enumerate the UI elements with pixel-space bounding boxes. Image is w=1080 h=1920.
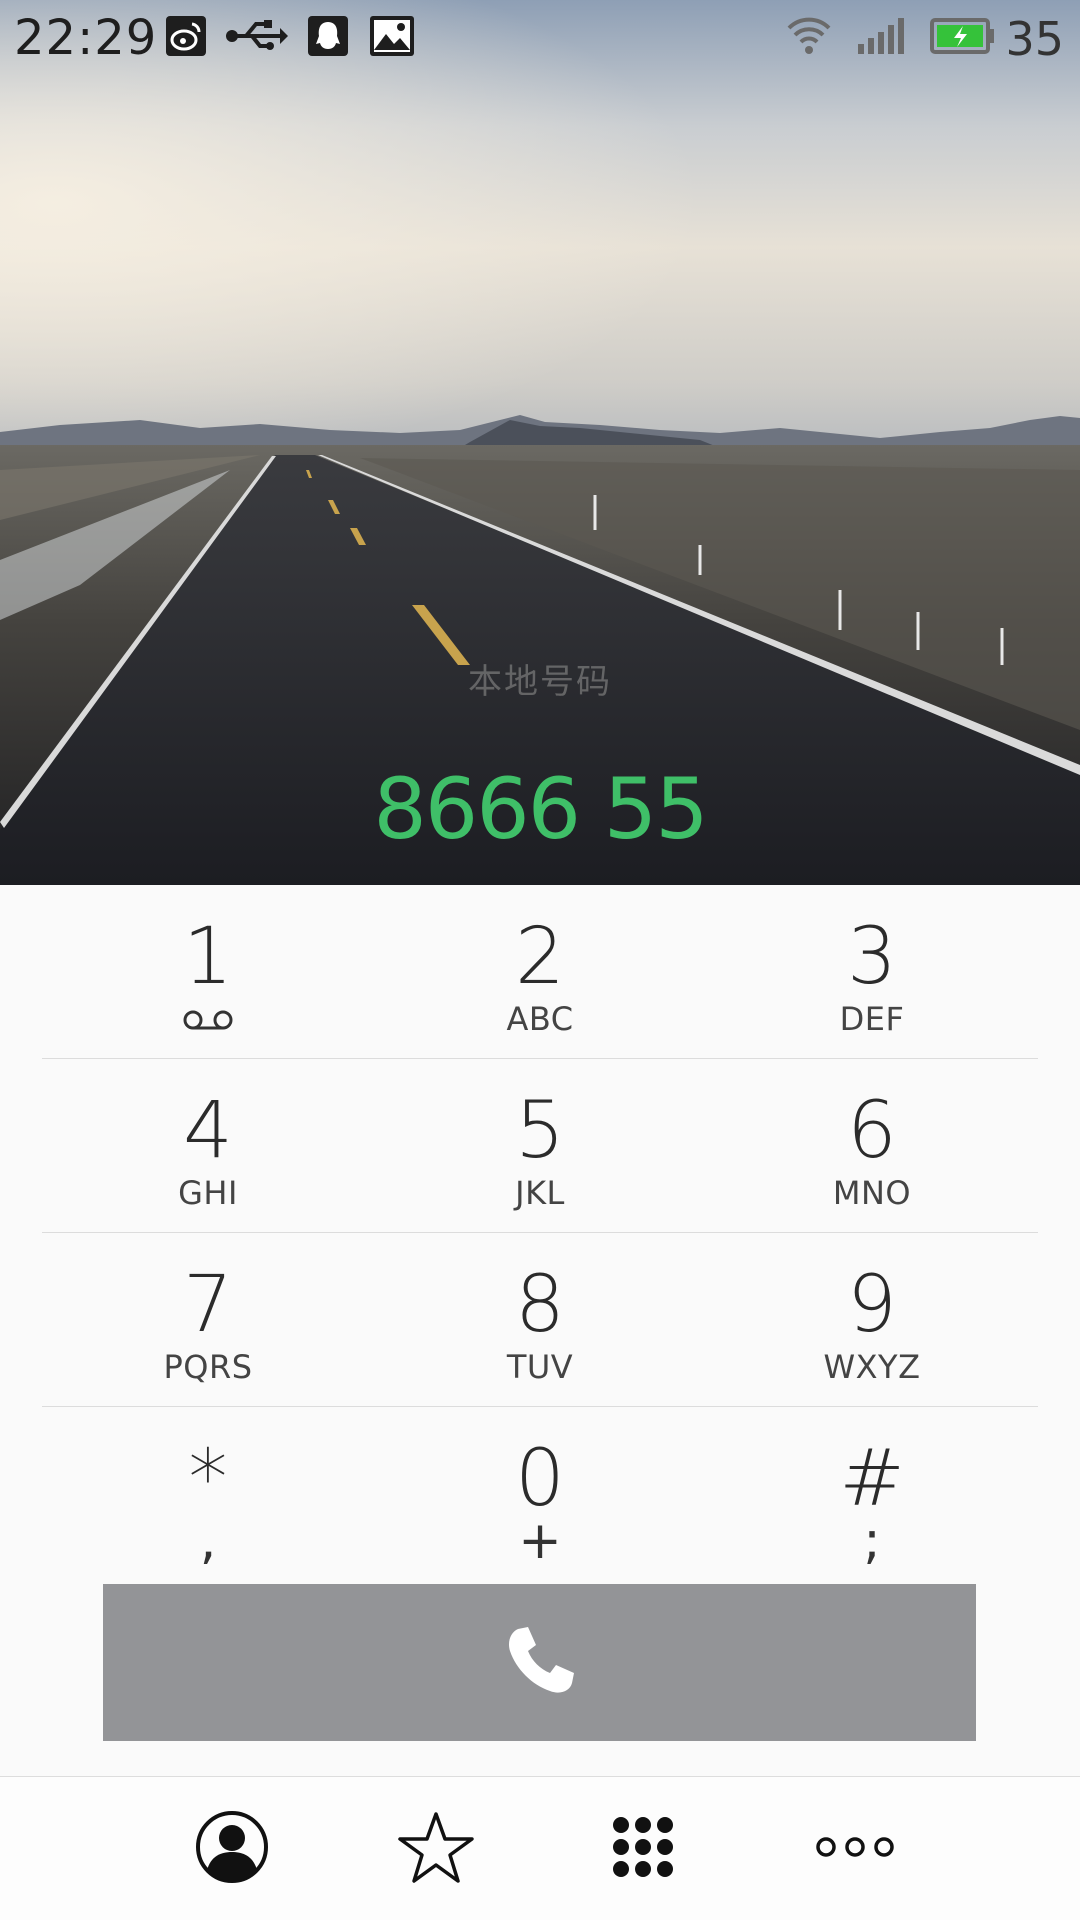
key-digit: 2 [515,912,565,1002]
key-letters: PQRS [163,1348,253,1386]
weibo-icon [164,14,208,62]
key-digit: 3 [847,912,897,1002]
key-9[interactable]: 9 WXYZ [706,1233,1038,1406]
dialed-number[interactable]: 8666 55 [0,760,1080,858]
usb-icon [224,14,288,62]
gallery-icon [368,14,416,62]
bottom-nav [0,1776,1080,1920]
key-4[interactable]: 4 GHI [42,1059,374,1232]
key-digit: 9 [847,1260,897,1350]
key-letters: MNO [832,1174,912,1212]
keypad-row: * , 0 + # ; [42,1407,1038,1579]
qq-icon [306,14,350,62]
key-letters: GHI [178,1174,238,1212]
key-letters: WXYZ [823,1348,921,1386]
voicemail-icon [182,1009,234,1035]
key-6[interactable]: 6 MNO [706,1059,1038,1232]
key-star[interactable]: * , [42,1407,374,1579]
key-secondary: ; [863,1511,881,1571]
keypad-row: 7 PQRS 8 TUV 9 WXYZ [42,1233,1038,1407]
more-dots-icon [814,1834,896,1864]
key-3[interactable]: 3 DEF [706,885,1038,1058]
key-letters: DEF [839,1000,905,1038]
contacts-tab[interactable] [172,1777,292,1920]
keypad-row: 1 2 ABC 3 DEF [42,885,1038,1059]
key-digit: 1 [183,912,233,1002]
call-button[interactable] [103,1584,976,1741]
status-bar: 22:29 35 [0,0,1080,75]
battery-charging-icon [930,14,996,62]
favorites-tab[interactable] [376,1777,496,1920]
key-digit: 6 [847,1086,897,1176]
phone-icon [502,1623,578,1703]
key-0[interactable]: 0 + [374,1407,706,1579]
key-2[interactable]: 2 ABC [374,885,706,1058]
dialer-header: 22:29 35 本地号码 8666 55 [0,0,1080,885]
key-digit: 5 [515,1086,565,1176]
key-digit: 0 [515,1434,565,1524]
wifi-icon [786,14,832,62]
signal-icon [856,14,910,62]
key-digit: * [188,1434,228,1524]
key-7[interactable]: 7 PQRS [42,1233,374,1406]
battery-percentage: 35 [1005,12,1064,66]
dialpad-icon [610,1814,676,1884]
key-letters: JKL [515,1174,565,1212]
more-tab[interactable] [795,1777,915,1920]
number-location-label: 本地号码 [468,662,612,702]
keypad-row: 4 GHI 5 JKL 6 MNO [42,1059,1038,1233]
key-5[interactable]: 5 JKL [374,1059,706,1232]
key-1[interactable]: 1 [42,885,374,1058]
key-secondary: , [199,1511,217,1571]
key-digit: # [839,1434,905,1524]
dialpad-tab[interactable] [583,1777,703,1920]
key-hash[interactable]: # ; [706,1407,1038,1579]
key-letters: ABC [506,1000,574,1038]
favorites-star-icon [397,1810,475,1888]
dialpad: 1 2 ABC 3 DEF 4 GHI 5 JKL 6 MNO 7 PQRS 8… [42,885,1038,1579]
key-8[interactable]: 8 TUV [374,1233,706,1406]
key-secondary: + [518,1511,562,1571]
key-letters: TUV [506,1348,574,1386]
key-digit: 8 [515,1260,565,1350]
road-wallpaper [0,0,1080,885]
status-time: 22:29 [14,10,158,66]
key-digit: 7 [183,1260,233,1350]
key-digit: 4 [183,1086,233,1176]
contacts-icon [195,1810,269,1888]
